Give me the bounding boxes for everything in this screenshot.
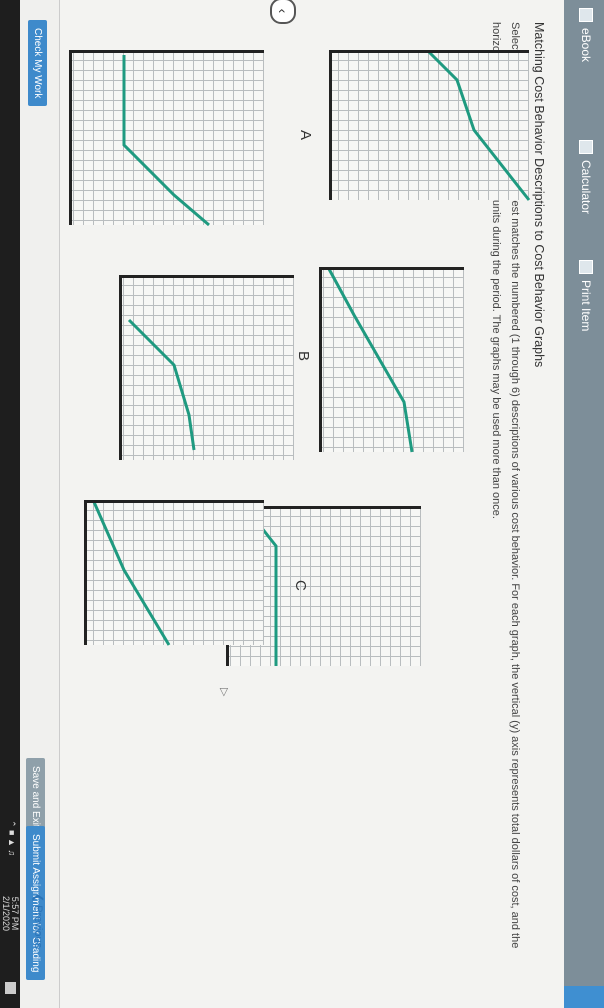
top-toolbar: eBook Calculator Print Item	[564, 0, 604, 1008]
print-item-button[interactable]: Print Item	[579, 260, 593, 331]
photo-stage: eBook Calculator Print Item Matching Cos…	[0, 0, 604, 1008]
graph-c2	[84, 500, 264, 646]
cursor-icon: ▷	[218, 688, 230, 697]
question-content: Matching Cost Behavior Descriptions to C…	[60, 0, 564, 1008]
x-axis	[69, 50, 72, 225]
x-axis	[119, 275, 122, 460]
y-axis	[119, 275, 294, 278]
graph-c-label: C	[292, 580, 309, 591]
calculator-button[interactable]: Calculator	[579, 140, 593, 214]
book-icon	[579, 8, 593, 22]
windows-taskbar: ⌃ ■ ▲ ♫ 5:57 PM 2/1/2020	[0, 0, 20, 1008]
assignment-screen: eBook Calculator Print Item Matching Cos…	[0, 0, 604, 1008]
cost-line-b2	[127, 318, 196, 451]
graph-b2	[119, 275, 294, 460]
x-axis	[329, 50, 332, 200]
check-my-work-button[interactable]: Check My Work	[28, 20, 47, 107]
corner-tab[interactable]	[564, 986, 604, 1008]
clock-time: 5:57 PM	[10, 896, 20, 931]
cost-line-a	[427, 50, 531, 201]
cost-line	[327, 268, 414, 453]
cost-line	[127, 318, 196, 451]
x-axis	[84, 500, 87, 645]
y-axis	[69, 50, 264, 53]
notification-icon[interactable]	[5, 982, 16, 994]
cost-line	[122, 55, 210, 227]
save-and-exit-button[interactable]: Save and Exit	[26, 758, 45, 836]
y-axis	[84, 500, 264, 503]
cost-line-a2	[122, 55, 210, 227]
ebook-button[interactable]: eBook	[579, 8, 593, 62]
taskbar-clock[interactable]: 5:57 PM 2/1/2020	[1, 896, 20, 932]
chevron-left-icon[interactable]: ‹	[270, 0, 296, 24]
y-axis	[319, 267, 464, 270]
graph-b	[319, 267, 464, 453]
ebook-label: eBook	[579, 28, 593, 63]
previous-button[interactable]: ❮ Previous	[28, 885, 49, 956]
calculator-icon	[579, 140, 593, 154]
graph-a	[329, 50, 531, 201]
graph-a2	[69, 50, 264, 227]
print-label: Print Item	[579, 280, 593, 332]
cost-line	[427, 50, 531, 201]
question-title: Matching Cost Behavior Descriptions to C…	[532, 22, 546, 368]
cost-line	[92, 501, 171, 646]
system-tray-icons[interactable]: ⌃ ■ ▲ ♫	[6, 820, 17, 856]
cost-line-b	[327, 268, 414, 453]
cost-line-c2	[92, 501, 171, 646]
graph-a-label: A	[297, 130, 314, 141]
graph-b-label: B	[295, 351, 312, 362]
calculator-label: Calculator	[579, 160, 593, 215]
y-axis	[329, 50, 529, 53]
chevron-left-icon: ❮	[32, 893, 44, 906]
x-axis	[319, 267, 322, 452]
print-icon	[579, 260, 593, 274]
previous-label: Previous	[32, 905, 44, 949]
clock-date: 2/1/2020	[1, 896, 11, 932]
